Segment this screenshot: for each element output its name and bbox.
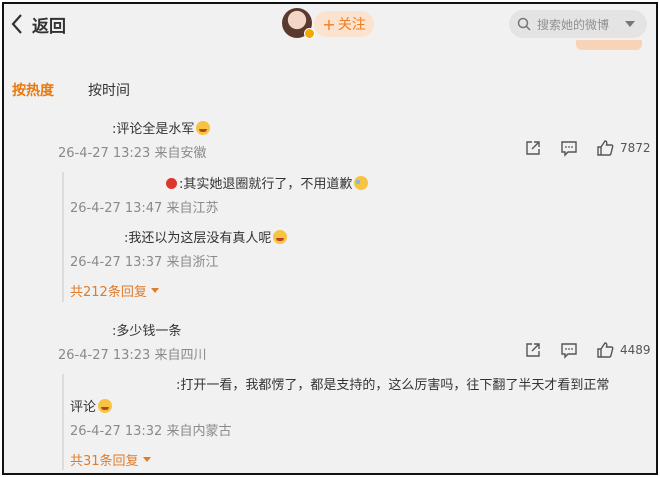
reply-text: :其实她退圈就行了，不用道歉 (166, 173, 369, 192)
tab-sort-time[interactable]: 按时间 (88, 80, 130, 100)
like-button[interactable]: 7872 (596, 139, 651, 157)
like-button[interactable]: 4489 (596, 341, 651, 359)
reply-thread-line (62, 172, 64, 302)
caret-down-icon (142, 457, 151, 462)
share-button[interactable] (524, 139, 542, 157)
back-button[interactable]: 返回 (10, 12, 66, 37)
comment-meta: 26-4-27 13:23 来自安徽 (58, 146, 207, 161)
reply-meta: 26-4-27 13:47 来自江苏 (70, 201, 219, 216)
search-icon (517, 17, 531, 31)
laugh-emoji-icon (273, 230, 288, 244)
search-box[interactable]: 搜索她的微博 (509, 10, 647, 38)
verified-badge-icon (304, 28, 315, 39)
comment-icon (561, 343, 577, 359)
comment-icon (561, 141, 577, 157)
back-label: 返回 (32, 16, 66, 37)
comment-button[interactable] (560, 139, 578, 157)
like-count: 4489 (620, 343, 651, 357)
reply-text: :打开一看，我都愣了，都是支持的，这么厉害吗，往下翻了半天才看到正常 (176, 378, 610, 393)
share-icon (526, 343, 540, 357)
thumbs-up-icon (597, 342, 614, 358)
reply-text: :我还以为这层没有真人呢 (124, 227, 288, 246)
reply-text-continued: 评论 (70, 396, 113, 415)
reply-meta: 26-4-27 13:32 来自内蒙古 (70, 424, 232, 439)
plus-icon: + (322, 14, 336, 34)
comment-actions: 7872 (524, 139, 651, 157)
tab-sort-hot[interactable]: 按热度 (12, 80, 54, 100)
tear-emoji-icon (354, 176, 369, 190)
follow-label: 关注 (337, 17, 366, 33)
vip-badge-icon (166, 178, 177, 189)
share-button[interactable] (524, 341, 542, 359)
dropdown-caret-icon[interactable] (625, 21, 635, 27)
comment-button[interactable] (560, 341, 578, 359)
thumbs-up-icon (597, 140, 614, 156)
weibo-comments-page: 返回 + 关注 搜索她的微博 按热度 按时间 :评论全是水军 26-4-27 1… (2, 2, 658, 475)
chevron-left-icon (11, 14, 22, 34)
reply-meta: 26-4-27 13:37 来自浙江 (70, 255, 219, 270)
more-replies-link[interactable]: 共212条回复 (70, 281, 159, 300)
follow-button[interactable]: + 关注 (314, 11, 374, 37)
comment-text: :评论全是水军 (112, 118, 211, 137)
comment-meta: 26-4-27 13:23 来自四川 (58, 348, 207, 363)
more-replies-link[interactable]: 共31条回复 (70, 450, 151, 469)
share-icon (526, 141, 540, 155)
search-placeholder: 搜索她的微博 (537, 17, 610, 32)
like-count: 7872 (620, 141, 651, 155)
laugh-emoji-icon (98, 399, 113, 413)
caret-down-icon (150, 288, 159, 293)
reply-thread-line (62, 374, 64, 470)
header-accent-strip (576, 40, 642, 50)
comment-text: :多少钱一条 (112, 324, 182, 339)
laugh-emoji-icon (196, 121, 211, 135)
comment-actions: 4489 (524, 341, 651, 359)
